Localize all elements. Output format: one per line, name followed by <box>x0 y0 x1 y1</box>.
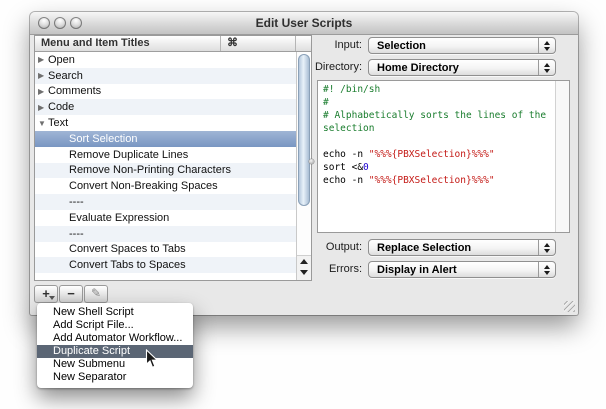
add-script-menu: New Shell ScriptAdd Script File...Add Au… <box>37 303 193 388</box>
errors-label: Errors: <box>329 263 362 275</box>
list-item-convert-non-breaking-spaces[interactable]: Convert Non-Breaking Spaces <box>35 178 296 194</box>
list-item-comments[interactable]: ▶Comments <box>35 84 296 100</box>
list-item-remove-non-printing-characters[interactable]: Remove Non-Printing Characters <box>35 163 296 179</box>
window-title: Edit User Scripts <box>30 12 578 34</box>
output-popup-value: Replace Selection <box>377 241 471 255</box>
list-item-sort-selection[interactable]: Sort Selection <box>35 131 296 147</box>
list-item-label: Evaluate Expression <box>69 212 169 224</box>
resize-grip-icon[interactable] <box>564 301 575 312</box>
list-item-label: Text <box>48 117 68 129</box>
input-row: Input: Selection <box>30 37 578 54</box>
errors-popup[interactable]: Display in Alert <box>368 261 556 278</box>
remove-button-label: − <box>67 286 75 301</box>
menu-item-duplicate-script[interactable]: Duplicate Script <box>37 345 193 358</box>
input-popup-value: Selection <box>377 39 426 53</box>
edit-script-button[interactable]: ✎ <box>84 285 108 303</box>
add-menu-caret-icon <box>49 296 55 300</box>
scrollbar-thumb[interactable] <box>298 54 310 206</box>
script-editor[interactable]: #! /bin/sh## Alphabetically sorts the li… <box>317 80 570 233</box>
list-item-code[interactable]: ▶Code <box>35 99 296 115</box>
code-line: sort <&0 <box>323 161 556 174</box>
list-item-label: Comments <box>48 85 101 97</box>
errors-popup-value: Display in Alert <box>377 263 457 277</box>
title-bar[interactable]: Edit User Scripts <box>30 12 578 35</box>
menu-item-add-script-file[interactable]: Add Script File... <box>37 319 193 332</box>
splitter-dimple-icon[interactable] <box>309 159 314 164</box>
input-label: Input: <box>334 39 362 51</box>
output-label: Output: <box>326 241 362 253</box>
list-item-label: Convert Non-Breaking Spaces <box>69 180 218 192</box>
directory-label: Directory: <box>315 61 362 73</box>
add-script-button[interactable]: + <box>34 285 58 303</box>
code-line: echo -n "%%%{PBXSelection}%%%" <box>323 174 556 187</box>
output-popup[interactable]: Replace Selection <box>368 239 556 256</box>
remove-script-button[interactable]: − <box>59 285 83 303</box>
popup-updown-icon <box>538 38 555 53</box>
disclosure-expanded-icon[interactable]: ▼ <box>38 116 48 131</box>
edit-user-scripts-window: Edit User Scripts Menu and Item Titles ⌘… <box>30 12 578 315</box>
errors-row: Errors: Display in Alert <box>30 261 578 278</box>
list-item-label: Sort Selection <box>69 133 137 145</box>
directory-popup[interactable]: Home Directory <box>368 59 556 76</box>
script-code[interactable]: #! /bin/sh## Alphabetically sorts the li… <box>318 83 556 232</box>
code-line <box>323 135 556 148</box>
menu-item-new-shell-script[interactable]: New Shell Script <box>37 306 193 319</box>
directory-popup-value: Home Directory <box>377 61 459 75</box>
menu-item-new-submenu[interactable]: New Submenu <box>37 358 193 371</box>
disclosure-collapsed-icon[interactable]: ▶ <box>38 100 48 115</box>
list-item-evaluate-expression[interactable]: Evaluate Expression <box>35 210 296 226</box>
code-line: selection <box>323 122 556 135</box>
list-item-label: Remove Non-Printing Characters <box>69 164 231 176</box>
code-line: # Alphabetically sorts the lines of the <box>323 109 556 122</box>
editor-scrollbar[interactable] <box>555 81 569 232</box>
code-line: # <box>323 96 556 109</box>
popup-updown-icon <box>538 60 555 75</box>
code-line: #! /bin/sh <box>323 83 556 96</box>
disclosure-collapsed-icon[interactable]: ▶ <box>38 84 48 99</box>
menu-item-new-separator[interactable]: New Separator <box>37 371 193 384</box>
directory-row: Directory: Home Directory <box>30 59 578 76</box>
list-item-text[interactable]: ▼Text <box>35 115 296 131</box>
popup-updown-icon <box>538 240 555 255</box>
list-item-label: Remove Duplicate Lines <box>69 149 188 161</box>
list-item-remove-duplicate-lines[interactable]: Remove Duplicate Lines <box>35 147 296 163</box>
popup-updown-icon <box>538 262 555 277</box>
pencil-icon: ✎ <box>91 286 101 300</box>
menu-item-add-automator-workflow[interactable]: Add Automator Workflow... <box>37 332 193 345</box>
list-item-separator[interactable]: ---- <box>35 194 296 210</box>
code-line: echo -n "%%%{PBXSelection}%%%" <box>323 148 556 161</box>
list-item-label: ---- <box>69 196 84 208</box>
list-item-label: Code <box>48 101 74 113</box>
input-popup[interactable]: Selection <box>368 37 556 54</box>
screen: Edit User Scripts Menu and Item Titles ⌘… <box>0 0 606 409</box>
list-item-label: ---- <box>69 228 84 240</box>
output-row: Output: Replace Selection <box>30 239 578 256</box>
